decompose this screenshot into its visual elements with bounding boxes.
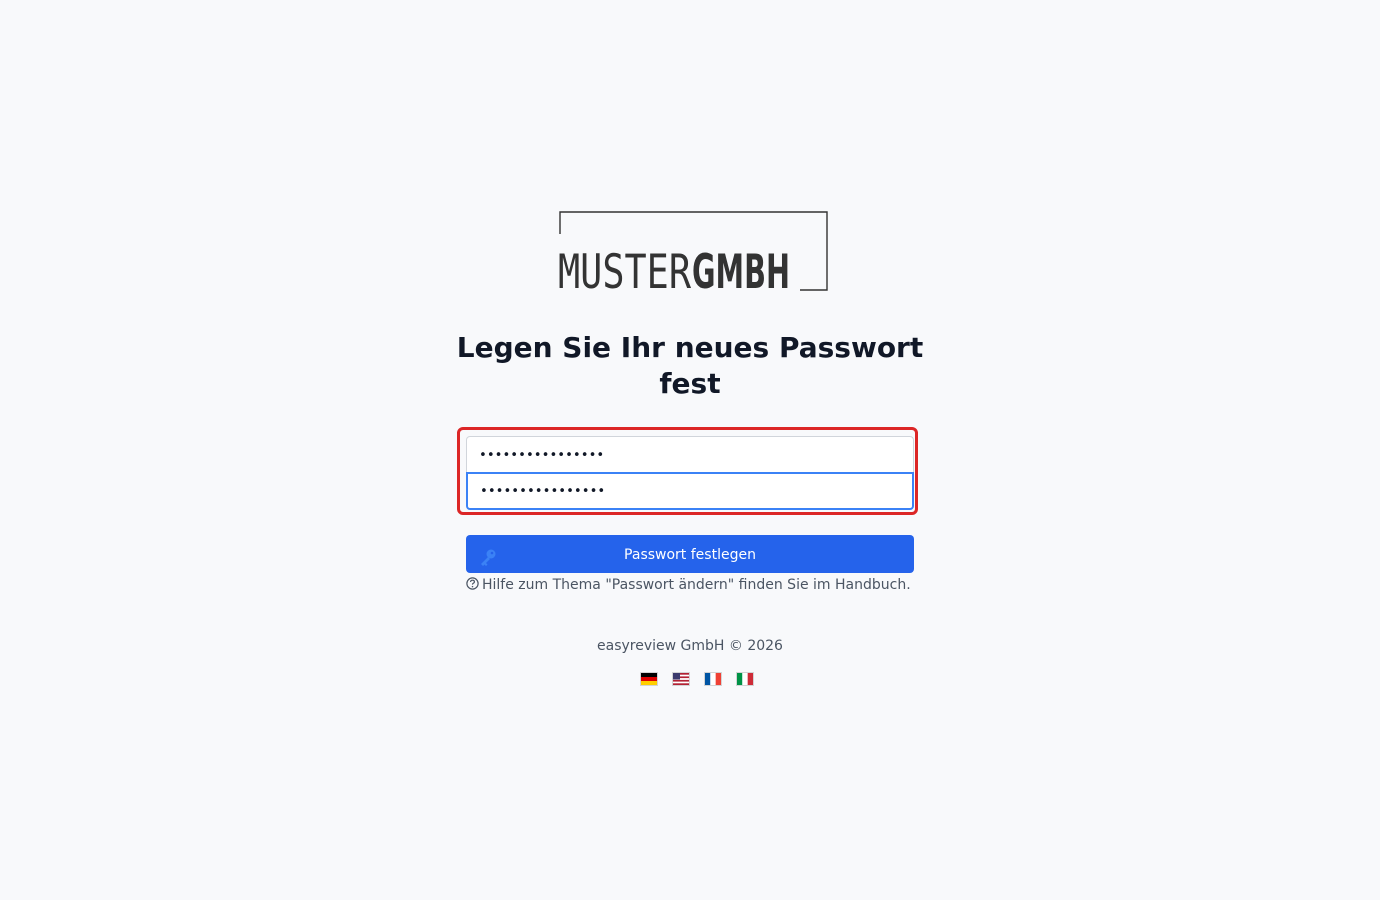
key-icon xyxy=(478,544,498,566)
footer-copyright: easyreview GmbH © 2026 xyxy=(597,638,783,654)
logo-text-gmbh: GMBH xyxy=(692,245,790,294)
confirm-password-input[interactable] xyxy=(466,472,914,510)
flag-france-icon[interactable] xyxy=(705,673,721,685)
password-reset-page: MUSTER GMBH Legen Sie Ihr neues Passwort… xyxy=(0,0,1380,900)
company-logo: MUSTER GMBH xyxy=(555,210,830,294)
set-password-button-label: Passwort festlegen xyxy=(624,547,756,563)
logo-text-muster: MUSTER xyxy=(558,245,692,294)
flag-italy-icon[interactable] xyxy=(737,673,753,685)
language-switcher xyxy=(641,673,771,687)
help-text: Hilfe zum Thema "Passwort ändern" finden… xyxy=(482,577,911,593)
logo-graphic: MUSTER GMBH xyxy=(558,211,828,294)
set-password-button[interactable]: Passwort festlegen xyxy=(466,535,914,573)
question-circle-icon xyxy=(466,577,479,590)
page-title: Legen Sie Ihr neues Passwort fest xyxy=(456,331,924,400)
flag-germany-icon[interactable] xyxy=(641,673,657,685)
new-password-input[interactable] xyxy=(466,436,914,474)
flag-usa-icon[interactable] xyxy=(673,673,689,685)
help-note: Hilfe zum Thema "Passwort ändern" finden… xyxy=(466,576,926,594)
